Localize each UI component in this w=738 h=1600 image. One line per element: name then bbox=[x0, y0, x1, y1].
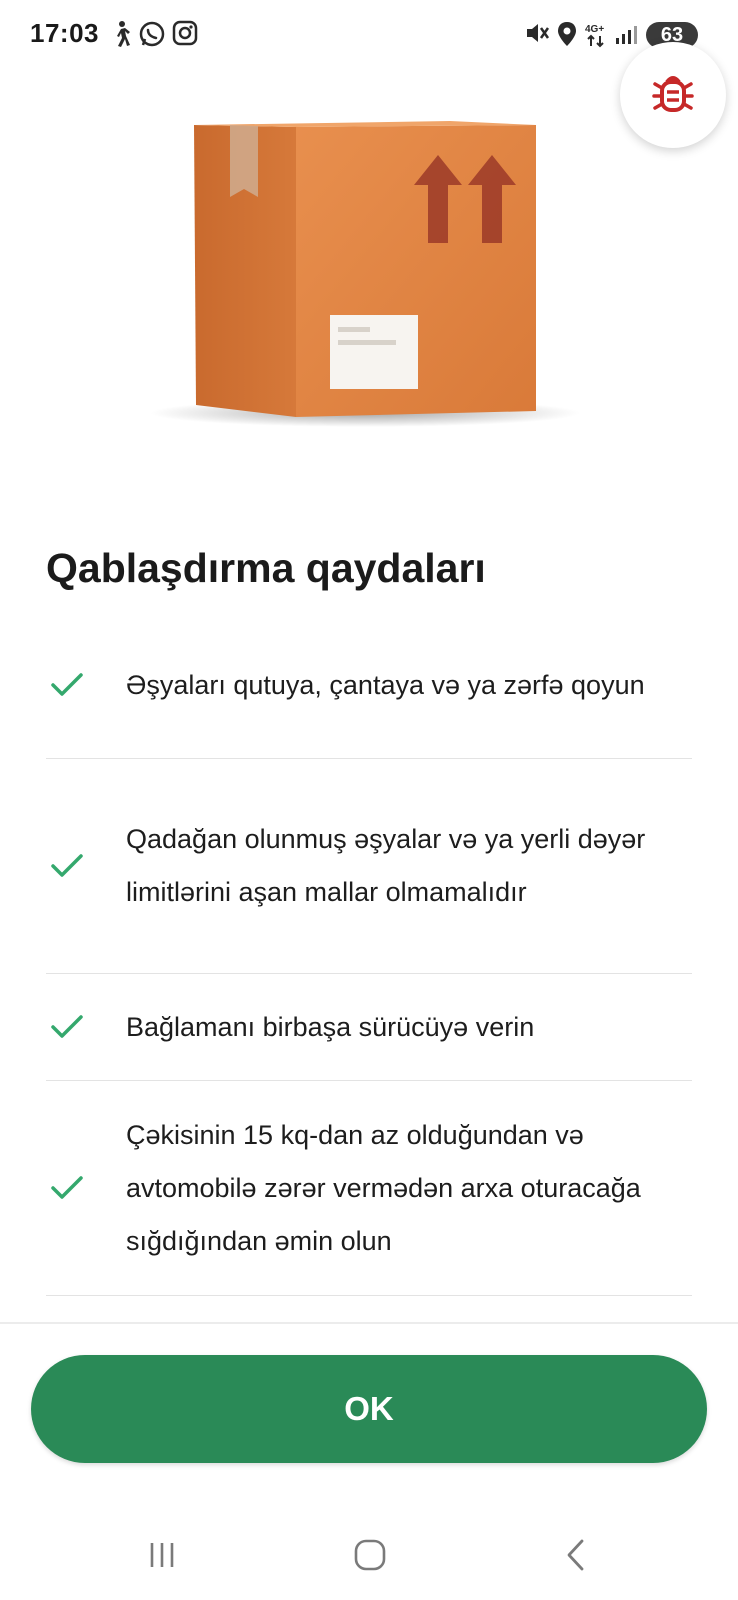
page-title: Qablaşdırma qaydaları bbox=[46, 545, 486, 591]
whatsapp-icon bbox=[138, 20, 166, 48]
divider bbox=[0, 1322, 738, 1324]
list-item: Qadağan olunmuş əşyalar və ya yerli dəyə… bbox=[46, 759, 692, 974]
status-bar: 17:03 4G+ 63 bbox=[0, 0, 738, 72]
list-item: Çəkisinin 15 kq-dan az olduğundan və avt… bbox=[46, 1081, 692, 1296]
mute-icon bbox=[524, 20, 550, 48]
ok-button[interactable]: OK bbox=[31, 1355, 707, 1463]
rule-text: Qadağan olunmuş əşyalar və ya yerli dəyə… bbox=[126, 824, 646, 907]
cardboard-box-illustration bbox=[150, 115, 590, 445]
check-icon bbox=[46, 853, 126, 879]
bug-icon bbox=[650, 70, 696, 121]
rule-text: Çəkisinin 15 kq-dan az olduğundan və avt… bbox=[126, 1119, 641, 1256]
status-time: 17:03 bbox=[30, 18, 99, 48]
list-item: Bağlamanı birbaşa sürücüyə verin bbox=[46, 974, 692, 1081]
walking-icon bbox=[110, 20, 132, 48]
home-icon[interactable] bbox=[340, 1530, 400, 1580]
rule-text: Bağlamanı birbaşa sürücüyə verin bbox=[126, 1011, 535, 1042]
network-label: 4G+ bbox=[585, 24, 604, 35]
check-icon bbox=[46, 1175, 126, 1201]
check-icon bbox=[46, 672, 126, 698]
recent-apps-icon[interactable] bbox=[132, 1530, 192, 1580]
location-icon bbox=[556, 20, 578, 48]
list-item: Əşyaları qutuya, çantaya və ya zərfə qoy… bbox=[46, 612, 692, 759]
instagram-icon bbox=[172, 20, 198, 48]
packaging-rules-list: Əşyaları qutuya, çantaya və ya zərfə qoy… bbox=[46, 612, 692, 1296]
system-nav-bar bbox=[0, 1510, 738, 1600]
rule-text: Əşyaları qutuya, çantaya və ya zərfə qoy… bbox=[126, 669, 645, 700]
signal-icon bbox=[614, 24, 638, 52]
back-icon[interactable] bbox=[546, 1530, 606, 1580]
check-icon bbox=[46, 1014, 126, 1040]
bug-report-button[interactable] bbox=[620, 42, 726, 148]
network-4g-icon: 4G+ bbox=[584, 22, 610, 50]
